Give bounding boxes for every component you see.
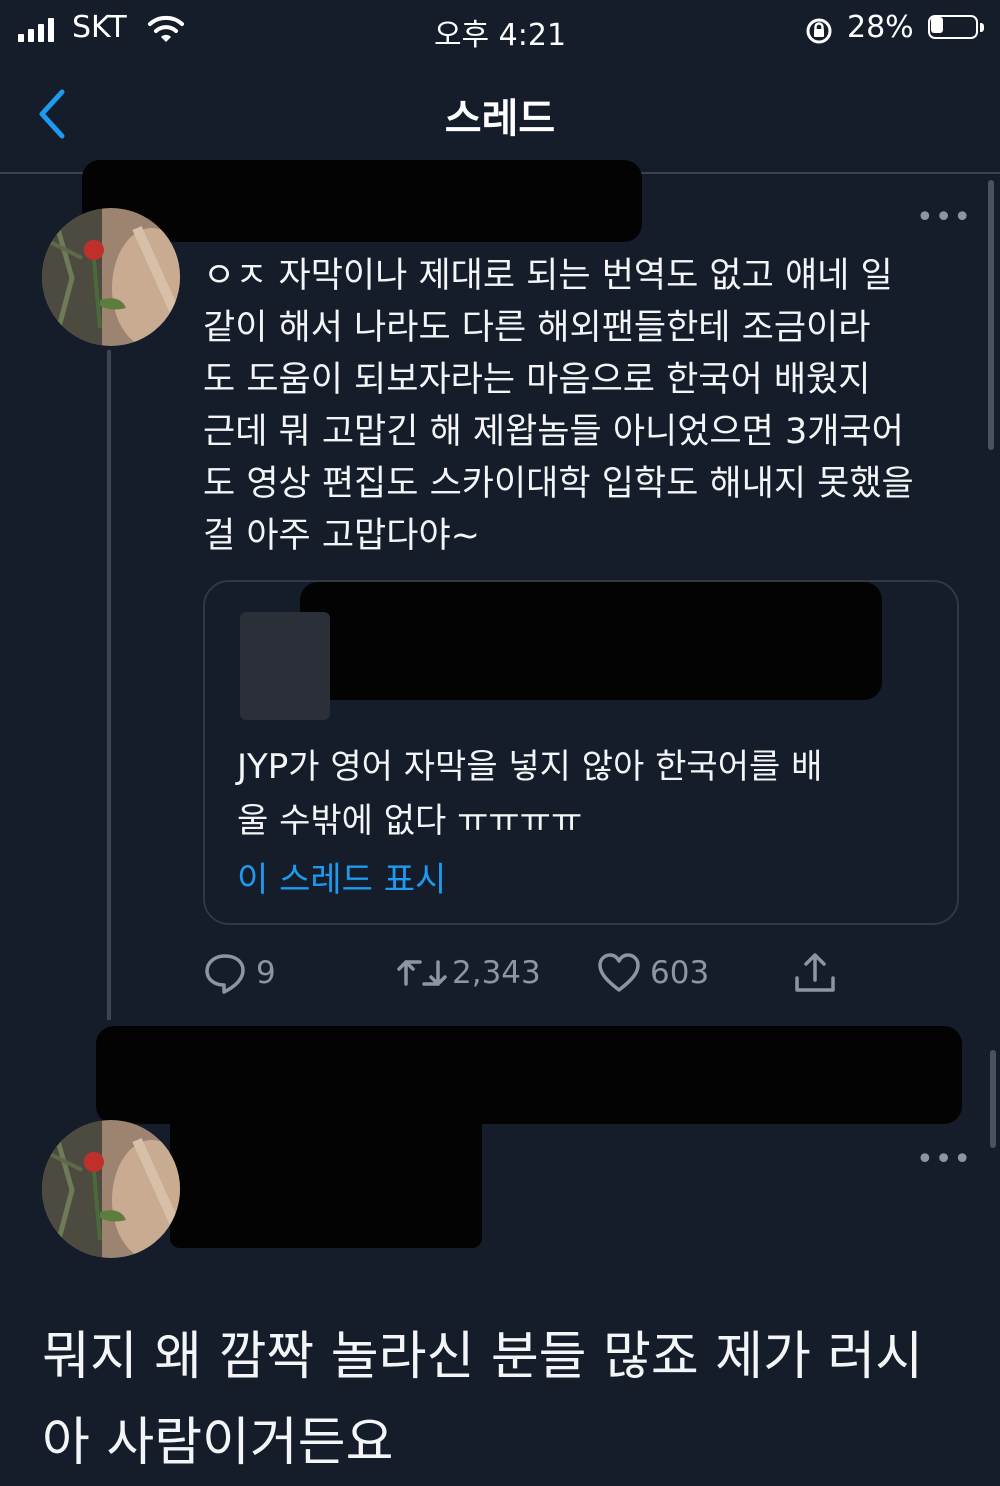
like-button[interactable]: 603 <box>596 948 709 998</box>
redacted-username <box>82 160 642 242</box>
tweet-text: ㅇㅈ 자막이나 제대로 되는 번역도 없고 얘네 일 같이 해서 나라도 다른 … <box>203 250 973 562</box>
share-button[interactable] <box>792 948 838 998</box>
more-options-icon[interactable]: ••• <box>916 200 972 235</box>
reply-tweet-text: 뭐지 왜 깜짝 놀라신 분들 많죠 제가 러시 아 사람이거든요 <box>42 1314 972 1486</box>
avatar[interactable] <box>42 1120 180 1258</box>
rotation-lock-icon <box>806 18 832 44</box>
more-options-icon[interactable]: ••• <box>916 1142 972 1177</box>
tweet-line: 도 도움이 되보자라는 마음으로 한국어 배웠지 <box>203 360 871 400</box>
reply-line: 아 사람이거든요 <box>42 1413 394 1473</box>
quoted-tweet-text: JYP가 영어 자막을 넣지 않아 한국어를 배 울 수밖에 없다 ㅠㅠㅠㅠ <box>237 740 937 848</box>
battery-icon <box>928 15 988 41</box>
share-icon <box>795 953 835 992</box>
speech-bubble-icon <box>205 954 245 994</box>
retweet-count: 2,343 <box>452 955 541 991</box>
avatar[interactable] <box>42 208 180 346</box>
heart-icon <box>598 953 640 992</box>
scrollbar-thumb[interactable] <box>988 180 994 450</box>
redacted-quote-author <box>300 582 882 700</box>
retweet-button[interactable]: 2,343 <box>396 948 541 998</box>
page-title: 스레드 <box>444 96 556 142</box>
reply-count: 9 <box>256 955 276 991</box>
quote-line: JYP가 영어 자막을 넣지 않아 한국어를 배 <box>237 747 823 787</box>
scrollbar-thumb[interactable] <box>990 1050 996 1148</box>
redacted-handle <box>170 1100 482 1248</box>
tweet-line: 도 영상 편집도 스카이대학 입학도 해내지 못했을 <box>203 464 914 504</box>
tweet-line: ㅇㅈ 자막이나 제대로 되는 번역도 없고 얘네 일 <box>203 256 893 296</box>
status-bar: SKT 오후 4:21 28% <box>0 0 1000 60</box>
thread-line <box>107 350 111 1020</box>
like-count: 603 <box>650 955 710 991</box>
reply-button[interactable]: 9 <box>202 948 276 998</box>
tweet-line: 같이 해서 나라도 다른 해외팬들한테 조금이라 <box>203 308 871 348</box>
quote-line: 울 수밖에 없다 ㅠㅠㅠㅠ <box>237 801 583 841</box>
reply-line: 뭐지 왜 깜짝 놀라신 분들 많죠 제가 러시 <box>42 1327 924 1387</box>
battery-percent: 28% <box>847 10 914 45</box>
tweet-line: 근데 뭐 고맙긴 해 제왑놈들 아니었으면 3개국어 <box>203 412 904 452</box>
show-thread-link[interactable]: 이 스레드 표시 <box>237 852 446 901</box>
redacted-quote-avatar <box>240 612 330 720</box>
retweet-icon <box>397 960 447 986</box>
tweet-line: 걸 아주 고맙다야~ <box>203 516 480 556</box>
